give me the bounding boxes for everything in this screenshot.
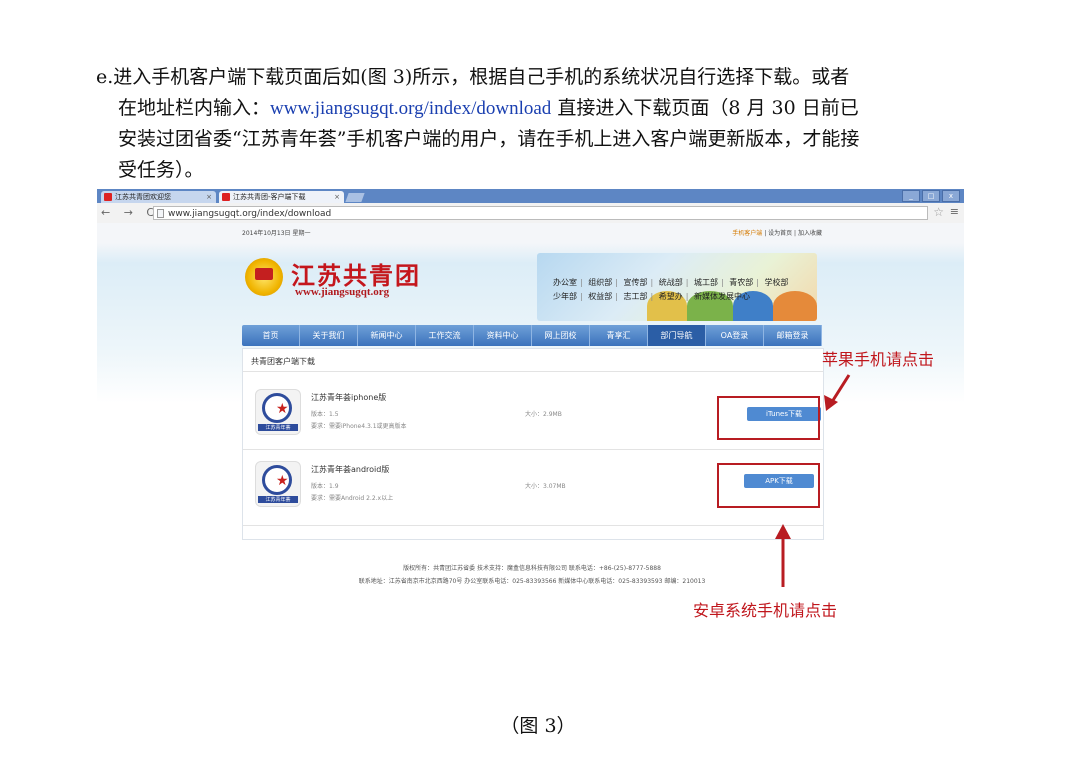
dept-link[interactable]: 新媒体发展中心 [694,292,750,301]
dept-link[interactable]: 青农部 [729,278,753,287]
browser-screenshot: 江苏共青团欢迎您 × 江苏共青团-客户端下载 × _ □ x ← → C www… [97,189,964,626]
arrow-android-head [775,524,791,539]
dept-link[interactable]: 志工部 [624,292,648,301]
dept-link[interactable]: 组织部 [588,278,612,287]
dept-link[interactable]: 权益部 [588,292,612,301]
instruction-paragraph: e.进入手机客户端下载页面后如(图 3)所示，根据自己手机的系统状况自行选择下载… [96,62,976,186]
dept-link[interactable]: 少年部 [553,292,577,301]
paragraph-line-4: 受任务）。 [118,159,204,181]
apple-annotation: 苹果手机请点击 [822,350,935,369]
department-links-row-1: 办公室 | 组织部 | 宣传部 | 统战部 | 城工部 | 青农部 | 学校部 [553,278,789,287]
dept-link[interactable]: 办公室 [553,278,577,287]
department-links: 办公室 | 组织部 | 宣传部 | 统战部 | 城工部 | 青农部 | 学校部 少年部 | 权… [553,276,792,304]
department-links-row-2: 少年部 | 权益部 | 志工部 | 希望办 | 新媒体发展中心 [553,292,750,301]
dept-link[interactable]: 城工部 [694,278,718,287]
dept-link[interactable]: 宣传部 [624,278,648,287]
paragraph-line-1: e.进入手机客户端下载页面后如(图 3)所示，根据自己手机的系统状况自行选择下载… [96,66,850,88]
dept-link[interactable]: 希望办 [659,292,683,301]
annotation-arrows [775,374,851,587]
dept-link[interactable]: 统战部 [659,278,683,287]
android-annotation: 安卓系统手机请点击 [693,601,838,620]
paragraph-line-2-prefix: 在地址栏内输入： [118,97,271,119]
dept-link[interactable]: 学校部 [765,278,789,287]
download-url-link[interactable]: www.jiangsugqt.org/index/download [270,98,551,119]
paragraph-line-2-suffix: 直接进入下载页面（8 月 30 日前已 [551,97,859,119]
paragraph-line-2: 在地址栏内输入：www.jiangsugqt.org/index/downloa… [96,93,976,124]
figure-caption: （图 3） [500,715,576,737]
paragraph-line-3: 安装过团省委“江苏青年荟”手机客户端的用户，请在手机上进入客户端更新版本，才能接 [118,128,860,150]
